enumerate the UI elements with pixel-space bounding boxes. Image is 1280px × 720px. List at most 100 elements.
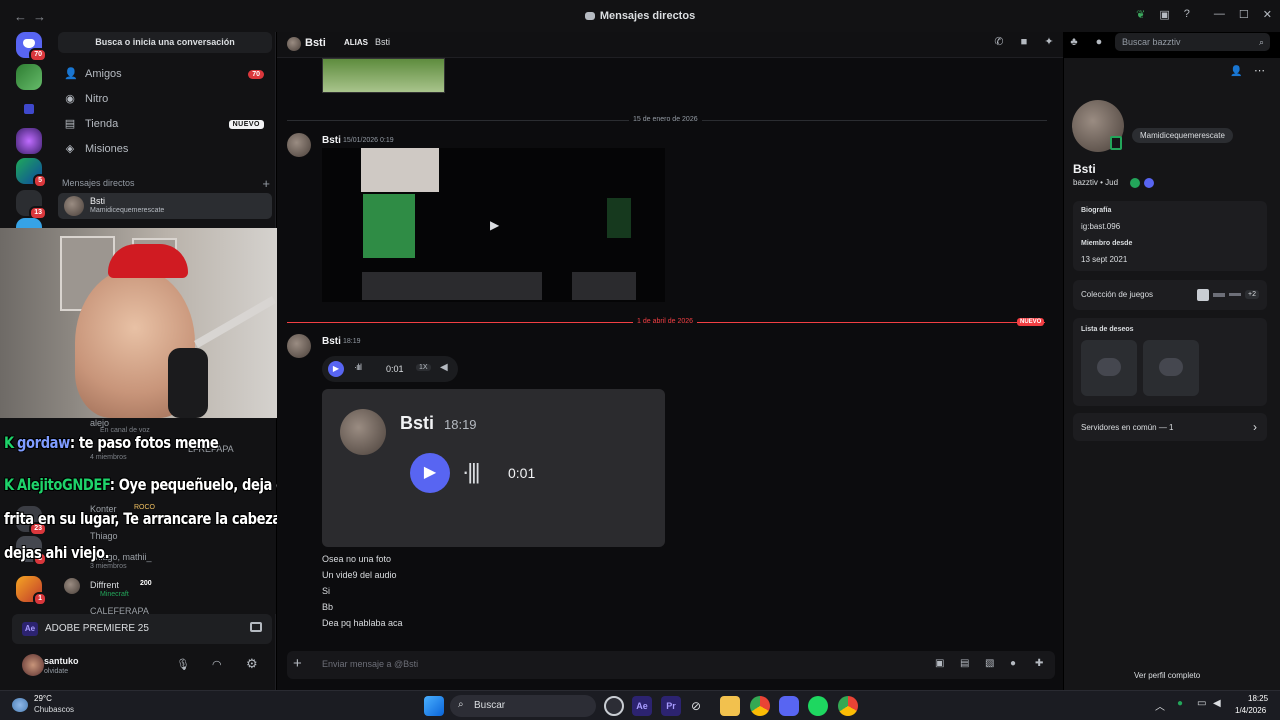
- mutual-servers-card[interactable]: Servidores en común — 1 ›: [1073, 413, 1267, 441]
- file-explorer-icon[interactable]: [720, 696, 740, 716]
- message-line: Bb: [322, 602, 334, 612]
- search-icon: ⌕: [458, 699, 464, 710]
- close-icon[interactable]: ✕: [1263, 8, 1272, 21]
- playback-speed[interactable]: 1X: [416, 364, 431, 371]
- sticker-icon[interactable]: ▧: [985, 658, 994, 669]
- mic-icon[interactable]: 🎙: [176, 658, 190, 671]
- gift-icon[interactable]: ▣: [935, 658, 944, 669]
- nav-shop[interactable]: ▤ Tienda NUEVO: [56, 112, 272, 136]
- avatar: [340, 409, 386, 455]
- emoji-icon[interactable]: ●: [1010, 658, 1016, 669]
- message-author[interactable]: Bsti: [322, 135, 341, 146]
- settings-icon[interactable]: ⚙: [246, 656, 258, 672]
- server-icon[interactable]: 13: [16, 190, 47, 220]
- play-button: ▶: [410, 453, 450, 493]
- play-button[interactable]: ▶: [328, 361, 344, 377]
- windows-start-icon[interactable]: [424, 696, 444, 716]
- dm-item[interactable]: Thiago: [90, 531, 118, 541]
- avatar[interactable]: [287, 133, 311, 157]
- conversation-search[interactable]: Busca o inicia una conversación: [58, 32, 272, 53]
- dm-item-bsti[interactable]: Bsti Mamidicequemerescate: [58, 193, 272, 219]
- tray-chevron-icon[interactable]: ︿: [1155, 698, 1165, 713]
- clock-time[interactable]: 18:25: [1248, 694, 1268, 703]
- kick-icon: K: [4, 475, 14, 494]
- game-icon: [1229, 293, 1241, 296]
- avatar[interactable]: [22, 654, 44, 676]
- discord-icon[interactable]: [779, 696, 799, 716]
- more-icon[interactable]: ⋯: [1254, 64, 1265, 77]
- nav-friends[interactable]: 👤 Amigos 70: [56, 62, 272, 86]
- volume-icon[interactable]: ◀: [440, 362, 448, 373]
- server-icon[interactable]: [16, 64, 42, 90]
- network-icon[interactable]: ▭: [1197, 698, 1206, 709]
- message-author[interactable]: Bsti: [322, 336, 341, 347]
- cap: [108, 244, 188, 278]
- leaf-icon[interactable]: ❦: [1136, 8, 1145, 21]
- new-dm-icon[interactable]: +: [262, 176, 270, 191]
- dm-name: Bsti: [90, 196, 106, 206]
- member-since: 13 sept 2021: [1081, 255, 1128, 264]
- chrome-icon[interactable]: [838, 696, 858, 716]
- minimize-icon[interactable]: —: [1214, 8, 1225, 21]
- nitro-icon: ◉: [65, 93, 75, 105]
- help-icon[interactable]: ?: [1184, 8, 1190, 21]
- server-icon[interactable]: [16, 128, 42, 154]
- video-icon[interactable]: ■: [1018, 36, 1030, 48]
- volume-icon[interactable]: ◀: [1213, 698, 1221, 709]
- message-timestamp: 18:19: [343, 338, 361, 345]
- server-icon[interactable]: 1: [16, 576, 47, 606]
- premiere-icon[interactable]: Pr: [661, 696, 681, 716]
- dm-section-header: Mensajes directos: [62, 178, 135, 188]
- pin-icon[interactable]: ✦: [1043, 36, 1055, 48]
- apps-icon[interactable]: ✚: [1035, 658, 1043, 669]
- after-effects-icon[interactable]: Ae: [632, 696, 652, 716]
- voice-screenshot-image[interactable]: Bsti 18:19 ▶ ·||| 0:01: [322, 389, 665, 547]
- message-composer[interactable]: + Enviar mensaje a @Bsti ▣ ▤ ▧ ● ✚: [287, 651, 1055, 679]
- add-friends-icon[interactable]: ♣: [1068, 36, 1080, 48]
- server-icon[interactable]: 5: [16, 158, 47, 188]
- obs-icon[interactable]: [604, 696, 624, 716]
- clock-date: 1/4/2026: [1235, 706, 1267, 715]
- embed-duration: 0:01: [508, 465, 536, 481]
- username: santuko: [44, 656, 79, 666]
- nav-nitro[interactable]: ◉ Nitro: [56, 87, 272, 111]
- profile-toggle-icon[interactable]: ●: [1093, 36, 1105, 48]
- voice-duration: 0:01: [386, 364, 404, 374]
- blocked-icon[interactable]: ⊘: [686, 696, 706, 716]
- gif-icon[interactable]: ▤: [960, 658, 969, 669]
- home-button[interactable]: 70: [16, 32, 47, 62]
- date-label: 1 de abril de 2026: [633, 318, 698, 325]
- nav-quests[interactable]: ◈ Misiones: [56, 137, 272, 161]
- headset-icon[interactable]: ◠: [212, 658, 222, 671]
- attach-icon[interactable]: +: [293, 655, 302, 672]
- taskbar-search[interactable]: ⌕ Buscar: [450, 695, 596, 717]
- activity-panel[interactable]: Ae ADOBE PREMIERE 25: [12, 614, 272, 644]
- spotify-icon[interactable]: [808, 696, 828, 716]
- alias-value: Bsti: [375, 37, 391, 47]
- tray-mic-icon[interactable]: ●: [1177, 698, 1183, 709]
- dm-item[interactable]: Diffrent: [90, 580, 119, 590]
- stream-chat-line: Kgordaw: te paso fotos meme: [4, 433, 219, 452]
- search-input[interactable]: Buscar bazztiv ⌕: [1115, 33, 1270, 51]
- games-card[interactable]: Colección de juegos +2: [1073, 280, 1267, 310]
- bio-label: Biografía: [1081, 207, 1112, 214]
- add-friend-icon[interactable]: 👤: [1230, 66, 1242, 77]
- avatar[interactable]: [287, 334, 311, 358]
- video-attachment[interactable]: ▶: [322, 148, 665, 302]
- play-icon[interactable]: ▶: [490, 218, 499, 232]
- folder-icon[interactable]: [24, 104, 34, 114]
- maximize-icon[interactable]: ☐: [1239, 8, 1249, 21]
- wishlist-item[interactable]: [1143, 340, 1199, 396]
- custom-status: Mamidicequemerescate: [1132, 128, 1233, 143]
- weather-temp[interactable]: 29°C: [34, 694, 52, 703]
- badge-icon: [1144, 178, 1154, 188]
- chrome-icon[interactable]: [750, 696, 770, 716]
- dm-icon: [584, 12, 595, 20]
- screen-share-icon[interactable]: [250, 622, 262, 632]
- wishlist-item[interactable]: [1081, 340, 1137, 396]
- webcam-overlay: [0, 228, 277, 418]
- inbox-icon[interactable]: ▣: [1159, 8, 1169, 21]
- call-icon[interactable]: ✆: [993, 36, 1005, 48]
- image-attachment[interactable]: [322, 58, 445, 93]
- view-full-profile-link[interactable]: Ver perfil completo: [1134, 671, 1200, 680]
